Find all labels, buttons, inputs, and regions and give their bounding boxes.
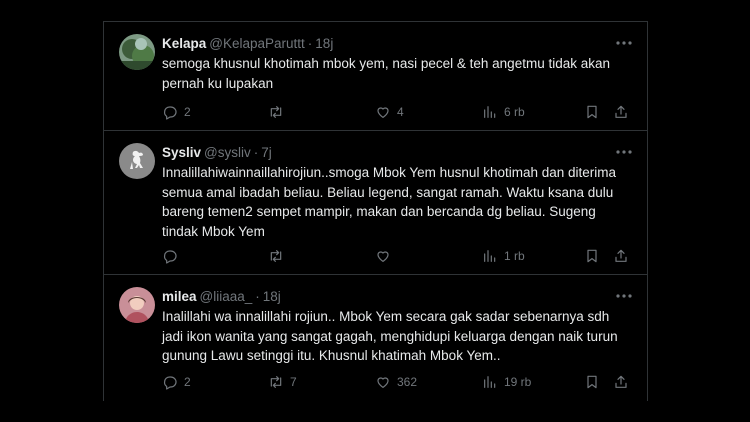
- tweet-header: Sysliv @sysliv · 7j: [162, 144, 633, 162]
- like-button[interactable]: [375, 246, 397, 266]
- display-name[interactable]: milea: [162, 289, 197, 304]
- reply-icon: [164, 250, 177, 264]
- share-icon: [615, 249, 627, 262]
- bookmark-icon: [587, 249, 597, 263]
- avatar[interactable]: [119, 34, 155, 70]
- avatar[interactable]: [119, 143, 155, 179]
- share-button[interactable]: [613, 372, 629, 392]
- display-name[interactable]: Kelapa: [162, 36, 206, 51]
- bookmark-button[interactable]: [584, 102, 600, 122]
- avatar-image: [119, 34, 155, 70]
- tweet[interactable]: Sysliv @sysliv · 7j Innalillahiwainnaillahi…: [104, 131, 647, 275]
- views-button[interactable]: 1 rb: [482, 246, 525, 266]
- reply-button[interactable]: [162, 246, 184, 266]
- tweet-text: Inalillahi wa innalillahi rojiun.. Mbok …: [162, 309, 618, 363]
- action-bar: 1 rb: [162, 246, 633, 266]
- user-handle[interactable]: @sysliv: [204, 145, 251, 160]
- more-icon[interactable]: [615, 289, 633, 303]
- like-icon: [377, 107, 389, 118]
- action-bar: 2 4 6 rb: [162, 102, 633, 122]
- retweet-button[interactable]: [268, 246, 290, 266]
- like-count: 362: [397, 375, 418, 389]
- like-button[interactable]: 4: [375, 102, 404, 122]
- reply-count: 2: [184, 375, 191, 389]
- tweet[interactable]: Kelapa @KelapaParuttt · 18j semoga khusnul …: [104, 21, 647, 131]
- views-icon: [484, 376, 496, 388]
- display-name[interactable]: Sysliv: [162, 145, 201, 160]
- views-button[interactable]: 6 rb: [482, 102, 525, 122]
- avatar-image: [119, 287, 155, 323]
- retweet-icon: [270, 106, 282, 118]
- separator-dot: ·: [253, 145, 259, 160]
- like-count: 4: [397, 105, 404, 119]
- tweet-feed: Kelapa @KelapaParuttt · 18j semoga khusnul …: [103, 21, 648, 401]
- more-icon[interactable]: [615, 145, 633, 159]
- retweet-icon: [270, 376, 282, 388]
- tweet-header: Kelapa @KelapaParuttt · 18j: [162, 35, 633, 53]
- retweet-button[interactable]: [268, 102, 290, 122]
- views-icon: [484, 250, 496, 262]
- views-count: 1 rb: [504, 249, 525, 263]
- views-count: 6 rb: [504, 105, 525, 119]
- bookmark-icon: [587, 105, 597, 119]
- like-icon: [377, 251, 389, 262]
- separator-dot: ·: [307, 36, 313, 51]
- retweet-button[interactable]: 7: [268, 372, 297, 392]
- separator-dot: ·: [255, 289, 260, 304]
- views-button[interactable]: 19 rb: [482, 372, 531, 392]
- action-bar: 2 7 362 19 rb: [162, 372, 633, 392]
- share-icon: [615, 105, 627, 118]
- liverbird-logo: [119, 143, 155, 179]
- timestamp[interactable]: 18j: [263, 289, 281, 304]
- bookmark-button[interactable]: [584, 246, 600, 266]
- reply-count: 2: [184, 105, 191, 119]
- retweet-count: 7: [290, 375, 297, 389]
- timestamp[interactable]: 7j: [261, 145, 272, 160]
- user-handle[interactable]: @KelapaParuttt: [209, 36, 305, 51]
- bookmark-button[interactable]: [584, 372, 600, 392]
- tweet-text: Innalillahiwainnaillahirojiun..smoga Mbo…: [162, 165, 617, 239]
- like-button[interactable]: 362: [375, 372, 417, 392]
- retweet-icon: [270, 250, 282, 262]
- bookmark-icon: [587, 375, 597, 389]
- views-icon: [484, 106, 496, 118]
- reply-icon: [164, 106, 177, 120]
- more-icon[interactable]: [615, 36, 633, 50]
- tweet[interactable]: milea @liiaaa_ · 18j Inalillahi wa innalill…: [104, 275, 647, 401]
- reply-button[interactable]: 2: [162, 102, 191, 122]
- reply-button[interactable]: 2: [162, 372, 191, 392]
- tweet-header: milea @liiaaa_ · 18j: [162, 288, 633, 306]
- views-count: 19 rb: [504, 375, 532, 389]
- share-button[interactable]: [613, 246, 629, 266]
- avatar[interactable]: [119, 287, 155, 323]
- share-icon: [615, 375, 627, 388]
- timestamp[interactable]: 18j: [315, 36, 333, 51]
- like-icon: [377, 377, 389, 388]
- reply-icon: [164, 376, 177, 390]
- user-handle[interactable]: @liiaaa_: [200, 289, 253, 304]
- tweet-text: semoga khusnul khotimah mbok yem, nasi p…: [162, 56, 610, 91]
- share-button[interactable]: [613, 102, 629, 122]
